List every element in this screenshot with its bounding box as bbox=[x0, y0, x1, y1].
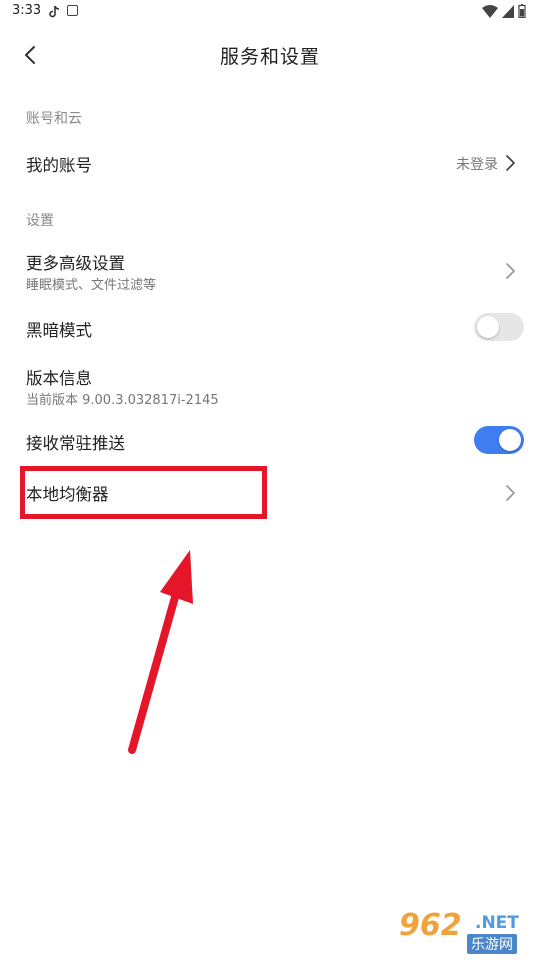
watermark-name: 乐游网 bbox=[467, 934, 517, 954]
annotation-arrow bbox=[128, 550, 193, 754]
watermark-number: 962 bbox=[399, 908, 462, 943]
site-watermark-logo: 962 .NET 乐游网 bbox=[399, 908, 534, 954]
watermark-domain: .NET bbox=[475, 913, 519, 933]
